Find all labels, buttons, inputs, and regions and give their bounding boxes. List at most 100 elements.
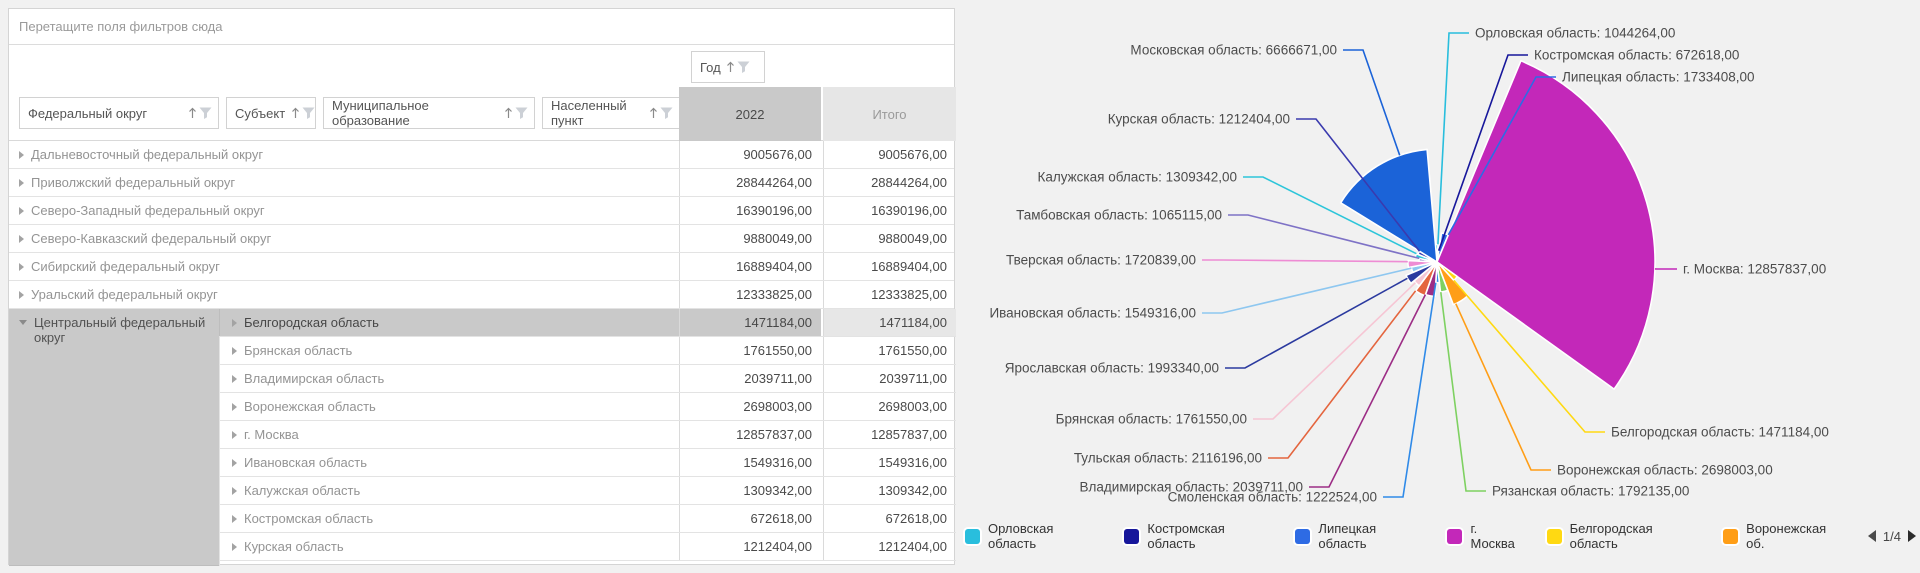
table-row: Сибирский федеральный округ16889404,0016… xyxy=(9,253,954,281)
dashboard: Перетащите поля фильтров сюда Год Федера… xyxy=(0,0,1920,573)
expand-icon[interactable] xyxy=(19,151,24,159)
slice-label: Тверская область: 1720839,00 xyxy=(1006,253,1196,268)
expand-icon[interactable] xyxy=(232,347,237,355)
sort-arrow-icon[interactable] xyxy=(188,107,197,119)
pivot-grid: Перетащите поля фильтров сюда Год Федера… xyxy=(8,8,955,565)
field-federal-district[interactable]: Федеральный округ xyxy=(19,97,219,129)
legend-color-chip xyxy=(1723,529,1738,544)
slice-label: г. Москва: 12857837,00 xyxy=(1683,262,1826,277)
label-leader-line xyxy=(1343,50,1400,155)
column-header-2022[interactable]: 2022 xyxy=(679,87,821,141)
filter-funnel-icon[interactable] xyxy=(737,61,750,73)
label-leader-line xyxy=(1202,268,1411,313)
table-row: Владимирская область2039711,002039711,00 xyxy=(219,365,956,393)
legend-item: Воронежская об. xyxy=(1723,521,1844,551)
legend-item: Белгородская область xyxy=(1547,521,1700,551)
table-row: Брянская область1761550,001761550,00 xyxy=(219,337,956,365)
slice-label: Рязанская область: 1792135,00 xyxy=(1492,484,1689,499)
expand-icon[interactable] xyxy=(232,403,237,411)
expand-icon[interactable] xyxy=(232,543,237,551)
legend-item: г. Москва xyxy=(1447,521,1522,551)
slice-label: Тамбовская область: 1065115,00 xyxy=(1016,208,1222,223)
legend-color-chip xyxy=(1547,529,1562,544)
year-field-label: Год xyxy=(700,60,721,75)
pie-slice[interactable] xyxy=(1341,149,1437,262)
filter-funnel-icon[interactable] xyxy=(199,107,212,119)
year-field-button[interactable]: Год xyxy=(691,51,765,83)
table-row: Дальневосточный федеральный округ9005676… xyxy=(9,141,954,169)
collapse-icon[interactable] xyxy=(19,320,27,325)
field-subject[interactable]: Субъект xyxy=(226,97,316,129)
filter-drop-area[interactable]: Перетащите поля фильтров сюда xyxy=(9,9,954,45)
slice-label: Московская область: 6666671,00 xyxy=(1130,43,1337,58)
pivot-rows: Дальневосточный федеральный округ9005676… xyxy=(9,141,954,566)
expand-icon[interactable] xyxy=(19,263,24,271)
legend-item: Липецкая область xyxy=(1295,521,1423,551)
legend-item: Костромская область xyxy=(1124,521,1271,551)
sort-arrow-icon[interactable] xyxy=(291,107,300,119)
filter-funnel-icon[interactable] xyxy=(660,107,673,119)
expand-icon[interactable] xyxy=(232,375,237,383)
slice-label: Ярославская область: 1993340,00 xyxy=(1005,361,1219,376)
table-row: Приволжский федеральный округ28844264,00… xyxy=(9,169,954,197)
slice-label: Липецкая область: 1733408,00 xyxy=(1562,70,1755,85)
label-leader-line xyxy=(1383,283,1436,497)
clipped-row xyxy=(219,561,956,566)
table-row: Курская область1212404,001212404,00 xyxy=(219,533,956,561)
expand-icon[interactable] xyxy=(232,515,237,523)
slice-label: Тульская область: 2116196,00 xyxy=(1074,451,1262,466)
filter-funnel-icon[interactable] xyxy=(515,107,528,119)
legend-next-icon[interactable] xyxy=(1908,530,1916,542)
expand-icon[interactable] xyxy=(19,235,24,243)
field-municipality[interactable]: Муниципальное образование xyxy=(323,97,535,129)
column-header-total: Итого xyxy=(823,87,956,141)
label-leader-line xyxy=(1202,260,1408,262)
expand-icon[interactable] xyxy=(19,291,24,299)
slice-label: Калужская область: 1309342,00 xyxy=(1037,170,1237,185)
central-district-block: Центральный федеральный округ Белгородск… xyxy=(9,309,954,566)
table-row: г. Москва12857837,0012857837,00 xyxy=(219,421,956,449)
legend-color-chip xyxy=(1447,529,1462,544)
table-row: Воронежская область2698003,002698003,00 xyxy=(219,393,956,421)
field-settlement[interactable]: Населенный пункт xyxy=(542,97,680,129)
label-leader-line xyxy=(1268,291,1416,458)
table-row: Уральский федеральный округ12333825,0012… xyxy=(9,281,954,309)
row-fields-header: Федеральный округ Субъект Муниципальное … xyxy=(9,87,954,141)
row-central-district[interactable]: Центральный федеральный округ xyxy=(9,309,219,566)
legend-color-chip xyxy=(965,529,980,544)
slice-label: Воронежская область: 2698003,00 xyxy=(1557,463,1773,478)
expand-icon[interactable] xyxy=(19,207,24,215)
label-leader-line xyxy=(1225,278,1407,368)
expand-icon[interactable] xyxy=(232,319,237,327)
table-row: Ивановская область1549316,001549316,00 xyxy=(219,449,956,477)
pie-slice[interactable] xyxy=(1437,61,1655,389)
sort-arrow-icon[interactable] xyxy=(726,61,735,73)
table-row: Северо-Кавказский федеральный округ98800… xyxy=(9,225,954,253)
table-row: Калужская область1309342,001309342,00 xyxy=(219,477,956,505)
expand-icon[interactable] xyxy=(232,487,237,495)
slice-label: Костромская область: 672618,00 xyxy=(1534,48,1739,63)
column-fields-area: Год xyxy=(9,45,954,87)
sort-arrow-icon[interactable] xyxy=(504,107,513,119)
table-row-selected: Белгородская область1471184,001471184,00 xyxy=(219,309,956,337)
pie-chart-panel: Орловская область: 1044264,00 Костромская… xyxy=(955,0,1920,573)
slice-label: Владимирская область: 2039711,00 xyxy=(1080,480,1303,495)
expand-icon[interactable] xyxy=(232,459,237,467)
legend-page-indicator: 1/4 xyxy=(1883,529,1901,544)
legend-color-chip xyxy=(1124,529,1139,544)
expand-icon[interactable] xyxy=(232,431,237,439)
legend-prev-icon[interactable] xyxy=(1868,530,1876,542)
expand-icon[interactable] xyxy=(19,179,24,187)
table-row: Костромская область672618,00672618,00 xyxy=(219,505,956,533)
sort-arrow-icon[interactable] xyxy=(649,107,658,119)
slice-label: Белгородская область: 1471184,00 xyxy=(1611,425,1829,440)
table-row: Северо-Западный федеральный округ1639019… xyxy=(9,197,954,225)
pie-chart: Орловская область: 1044264,00 Костромская… xyxy=(955,0,1920,573)
slice-label: Курская область: 1212404,00 xyxy=(1108,112,1290,127)
legend-color-chip xyxy=(1295,529,1310,544)
slice-label: Орловская область: 1044264,00 xyxy=(1475,26,1675,41)
legend-pager: 1/4 xyxy=(1868,529,1916,544)
slice-label: Брянская область: 1761550,00 xyxy=(1056,412,1247,427)
chart-legend: Орловская область Костромская область Ли… xyxy=(965,524,1916,548)
filter-funnel-icon[interactable] xyxy=(302,107,315,119)
